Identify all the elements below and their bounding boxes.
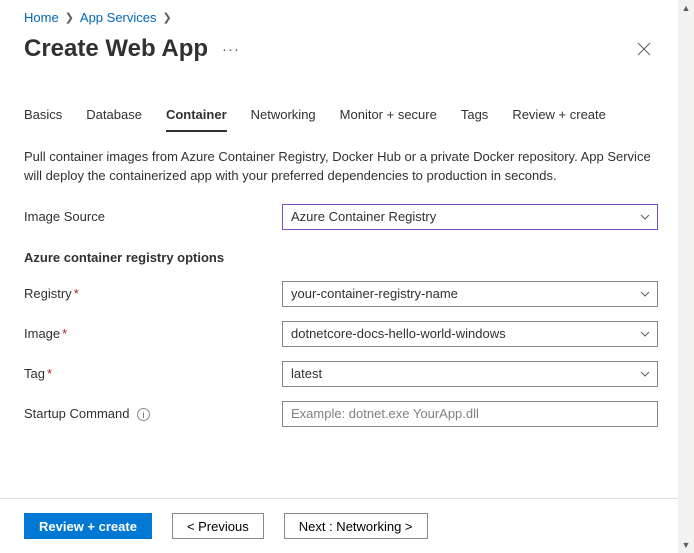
more-actions-button[interactable]: ··· — [222, 41, 240, 58]
chevron-down-icon — [639, 288, 651, 300]
chevron-right-icon: ❯ — [163, 11, 172, 24]
image-select[interactable]: dotnetcore-docs-hello-world-windows — [282, 321, 658, 347]
registry-select[interactable]: your-container-registry-name — [282, 281, 658, 307]
registry-value: your-container-registry-name — [291, 286, 458, 301]
tab-networking[interactable]: Networking — [251, 107, 316, 132]
image-source-value: Azure Container Registry — [291, 209, 436, 224]
image-value: dotnetcore-docs-hello-world-windows — [291, 326, 506, 341]
tab-container[interactable]: Container — [166, 107, 227, 132]
tab-description: Pull container images from Azure Contain… — [24, 148, 658, 186]
registry-label: Registry — [24, 286, 72, 301]
chevron-down-icon — [639, 211, 651, 223]
scroll-up-icon[interactable]: ▲ — [678, 0, 694, 16]
breadcrumb-app-services[interactable]: App Services — [80, 10, 157, 25]
startup-command-input[interactable] — [282, 401, 658, 427]
required-indicator: * — [74, 286, 79, 301]
breadcrumb: Home ❯ App Services ❯ — [24, 0, 658, 25]
tab-monitor-secure[interactable]: Monitor + secure — [340, 107, 437, 132]
breadcrumb-home[interactable]: Home — [24, 10, 59, 25]
review-create-button[interactable]: Review + create — [24, 513, 152, 539]
close-button[interactable] — [630, 35, 658, 63]
required-indicator: * — [62, 326, 67, 341]
required-indicator: * — [47, 366, 52, 381]
image-source-select[interactable]: Azure Container Registry — [282, 204, 658, 230]
chevron-down-icon — [639, 368, 651, 380]
chevron-down-icon — [639, 328, 651, 340]
tag-select[interactable]: latest — [282, 361, 658, 387]
close-icon — [637, 42, 651, 56]
previous-button[interactable]: < Previous — [172, 513, 264, 539]
startup-command-label: Startup Command — [24, 406, 130, 421]
scroll-down-icon[interactable]: ▼ — [678, 537, 694, 553]
info-icon[interactable]: i — [137, 408, 150, 421]
tab-tags[interactable]: Tags — [461, 107, 488, 132]
tag-value: latest — [291, 366, 322, 381]
tabs: Basics Database Container Networking Mon… — [24, 107, 658, 132]
acr-options-heading: Azure container registry options — [24, 250, 658, 265]
tab-database[interactable]: Database — [86, 107, 142, 132]
page-title: Create Web App — [24, 35, 208, 63]
tag-label: Tag — [24, 366, 45, 381]
tab-review-create[interactable]: Review + create — [512, 107, 606, 132]
image-source-label: Image Source — [24, 209, 282, 224]
chevron-right-icon: ❯ — [65, 11, 74, 24]
image-label: Image — [24, 326, 60, 341]
footer-actions: Review + create < Previous Next : Networ… — [0, 498, 678, 553]
scrollbar[interactable]: ▲ ▼ — [678, 0, 694, 553]
tab-basics[interactable]: Basics — [24, 107, 62, 132]
next-button[interactable]: Next : Networking > — [284, 513, 428, 539]
